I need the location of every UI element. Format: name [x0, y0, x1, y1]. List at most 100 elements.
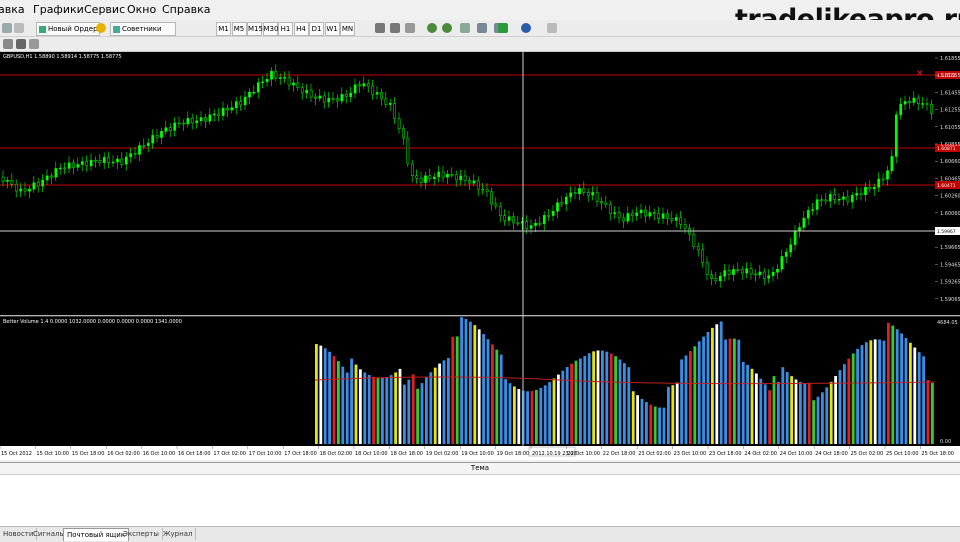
volume-bar	[499, 354, 503, 444]
candle-body	[692, 233, 696, 247]
timeframe-mn-button[interactable]: MN	[340, 22, 355, 36]
timeframe-w1-button[interactable]: W1	[324, 22, 340, 36]
candle-body	[261, 81, 265, 84]
tab-experts[interactable]: Эксперты	[120, 528, 163, 540]
candle-body	[476, 180, 480, 190]
candle-body	[758, 271, 762, 276]
candle-body	[54, 168, 58, 178]
candle-body	[384, 98, 388, 105]
timeframe-m30-button[interactable]: M30	[262, 22, 278, 36]
line-chart-icon[interactable]	[405, 23, 415, 33]
cursor-icon[interactable]	[3, 39, 13, 49]
timeframe-h4-button[interactable]: H4	[293, 22, 309, 36]
candle-body	[635, 212, 639, 216]
text-tool-icon[interactable]	[29, 39, 39, 49]
menu-view[interactable]: авка	[0, 3, 25, 16]
timeframe-m1-button[interactable]: M1	[216, 22, 231, 36]
candle-body	[173, 122, 177, 131]
volume-bar	[385, 376, 389, 444]
candle-body	[393, 103, 397, 120]
volume-bar	[425, 377, 428, 444]
new-order-button[interactable]: Новый Ордер	[36, 22, 100, 36]
volume-bar	[508, 383, 512, 444]
candle-body	[468, 180, 471, 184]
candle-body	[723, 270, 727, 277]
periods-icon[interactable]	[521, 23, 531, 33]
time-tick-label: 16 Oct 02:00	[107, 451, 140, 457]
volume-bar	[530, 391, 534, 444]
candle-body	[10, 180, 14, 185]
indicators-icon[interactable]	[498, 23, 508, 33]
expert-advisors-button[interactable]: Советники	[110, 22, 176, 36]
candle-body	[327, 98, 331, 103]
candle-body	[98, 160, 102, 163]
timeframe-d1-button[interactable]: D1	[309, 22, 324, 36]
candle-body	[437, 171, 441, 178]
candle-body	[657, 213, 661, 219]
volume-bar	[895, 329, 899, 444]
candle-body	[428, 175, 432, 180]
profiles-icon[interactable]	[14, 23, 24, 33]
volume-bar	[345, 372, 349, 444]
candle-body	[512, 216, 515, 224]
tab-journal[interactable]: Журнал	[160, 528, 197, 540]
zoom-in-icon[interactable]	[427, 23, 437, 33]
volume-bar	[451, 336, 455, 444]
time-tick-label: 19 Oct 02:00	[426, 451, 459, 457]
price-tick-label: 1.60260	[940, 194, 960, 200]
volume-bar	[843, 364, 846, 444]
volume-bar	[513, 386, 516, 444]
chart-window[interactable]: 1.61671 1.60871 1.60471 GBPUSD,H1 1.58890 …	[0, 52, 960, 460]
candle-body	[446, 173, 449, 178]
drawing-toolbar	[0, 37, 960, 52]
candle-body	[670, 218, 674, 221]
tile-windows-icon[interactable]	[460, 23, 470, 33]
timeframe-h1-button[interactable]: H1	[278, 22, 293, 36]
candle-body	[881, 178, 885, 181]
volume-bar	[851, 353, 855, 444]
candle-body	[177, 122, 181, 125]
candle-body	[652, 212, 656, 214]
close-level-icon[interactable]: ✕	[916, 69, 924, 79]
candle-body	[736, 269, 740, 271]
timeframe-m15-button[interactable]: M15	[247, 22, 263, 36]
menu-window[interactable]: Окно	[127, 3, 156, 16]
candle-body	[472, 180, 476, 184]
volume-bar	[931, 383, 934, 444]
candle-body	[872, 186, 876, 190]
volume-bar	[658, 407, 661, 444]
scroll-chart-icon[interactable]	[477, 23, 487, 33]
candle-body	[349, 92, 353, 98]
volume-bar	[429, 372, 433, 444]
bar-chart-icon[interactable]	[375, 23, 385, 33]
candle-body	[921, 103, 925, 105]
advisors-icon	[113, 25, 120, 33]
volume-bar	[618, 359, 622, 444]
candle-body	[89, 159, 93, 167]
candle-chart-icon[interactable]	[390, 23, 400, 33]
volume-bar	[592, 351, 595, 444]
menu-charts[interactable]: Графики	[33, 3, 84, 16]
candle-body	[608, 204, 612, 214]
crosshair-icon[interactable]	[16, 39, 26, 49]
volume-bar	[601, 350, 604, 444]
candle-body	[806, 210, 810, 219]
menu-tools[interactable]: Сервис	[84, 3, 125, 16]
timeframe-m5-button[interactable]: M5	[231, 22, 247, 36]
new-chart-icon[interactable]	[2, 23, 12, 33]
metaeditor-icon[interactable]	[96, 23, 106, 33]
time-tick-label: 17 Oct 10:00	[249, 451, 282, 457]
candle-body	[336, 98, 339, 102]
candle-body	[239, 101, 243, 106]
menu-help[interactable]: Справка	[162, 3, 210, 16]
candle-body	[102, 157, 106, 163]
templates-icon[interactable]	[547, 23, 557, 33]
volume-bar	[763, 384, 767, 444]
candle-body	[494, 203, 498, 207]
zoom-out-icon[interactable]	[442, 23, 452, 33]
candle-body	[842, 196, 845, 200]
time-tick-label: 24 Oct 10:00	[780, 451, 813, 457]
candle-body	[23, 188, 27, 192]
chart-canvas[interactable]: 1.616711.608711.60471 GBPUSD,H1 1.58890 …	[0, 52, 960, 460]
time-tick-label: 15 Oct 2012	[1, 451, 32, 457]
